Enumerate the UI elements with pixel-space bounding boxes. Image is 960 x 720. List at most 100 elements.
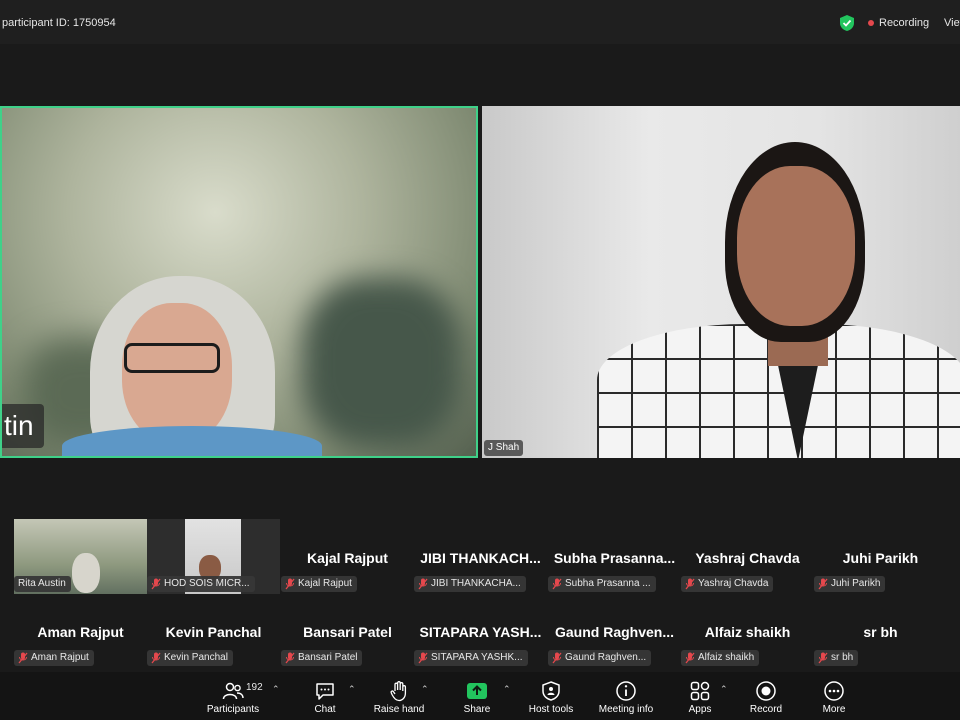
apps-icon [690,681,710,701]
share-button[interactable]: Share [452,672,502,720]
participant-name-label: SITAPARA YASHK... [414,650,528,666]
participant-tile[interactable]: Juhi Parikh Juhi Parikh [814,518,947,592]
record-label: Record [749,704,783,715]
participant-name-label: Subha Prasanna ... [548,576,656,592]
record-icon [756,681,776,701]
speaker-name-tag: tin [2,404,44,448]
participants-button[interactable]: Participants [198,672,268,720]
muted-mic-icon [285,578,295,590]
participant-display-name: Yashraj Chavda [695,550,800,566]
participant-tile[interactable]: Gaund Raghven... Gaund Raghven... [548,610,681,670]
muted-mic-icon [818,578,828,590]
muted-mic-icon [418,652,428,664]
apps-button[interactable]: Apps [676,672,724,720]
participants-caret-icon[interactable]: ⌃ [272,684,280,695]
raise-hand-button[interactable]: Raise hand [368,672,430,720]
muted-mic-icon [685,578,695,590]
participant-display-name: Kajal Rajput [307,550,388,566]
speaker-video-2[interactable]: J Shah [482,106,960,458]
raise-hand-icon [390,681,407,702]
participant-name-label: Kajal Rajput [281,576,357,592]
chat-button[interactable]: Chat [300,672,350,720]
share-caret-icon[interactable]: ⌃ [503,684,511,695]
participant-tile[interactable]: Aman Rajput Aman Rajput [14,610,147,670]
top-bar: participant ID: 1750954 Recording View [0,0,960,44]
participant-name-label: Rita Austin [14,576,71,592]
recording-dot-icon [868,20,874,26]
participant-display-name: Aman Rajput [37,624,124,640]
raise-hand-caret-icon[interactable]: ⌃ [421,684,429,695]
host-tools-button[interactable]: Host tools [522,672,580,720]
view-button[interactable]: View [944,17,960,29]
participant-tile[interactable]: sr bh sr bh [814,610,947,670]
participant-display-name: Kevin Panchal [165,624,262,640]
participant-name-label: Kevin Panchal [147,650,233,666]
participants-icon [222,682,244,700]
participant-tile[interactable]: Rita Austin [14,518,147,594]
gallery-row: Rita Austin HOD SOIS MICR... Kajal Rajpu… [0,518,960,594]
more-label: More [822,704,846,715]
muted-mic-icon [818,652,828,664]
participant-tile[interactable]: Subha Prasanna... Subha Prasanna ... [548,518,681,592]
participant-tile[interactable]: Alfaiz shaikh Alfaiz shaikh [681,610,814,670]
participant-name-label: Yashraj Chavda [681,576,774,592]
participant-count: 192 [246,682,263,693]
participant-display-name: Subha Prasanna... [553,550,676,566]
record-button[interactable]: Record [742,672,790,720]
participant-tile[interactable]: JIBI THANKACH... JIBI THANKACHA... [414,518,547,592]
muted-mic-icon [418,578,428,590]
participant-display-name: Bansari Patel [303,624,392,640]
recording-label: Recording [879,17,930,29]
participant-name-label: HOD SOIS MICR... [147,576,255,592]
chat-caret-icon[interactable]: ⌃ [348,684,356,695]
participant-display-name: SITAPARA YASH... [419,624,542,640]
host-tools-icon [542,681,560,701]
meeting-toolbar: Participants 192 ⌃ Chat ⌃ Raise hand ⌃ S… [0,672,960,720]
apps-caret-icon[interactable]: ⌃ [720,684,728,695]
apps-label: Apps [688,704,712,715]
participant-display-name: Gaund Raghven... [554,624,674,640]
participant-tile[interactable]: HOD SOIS MICR... [147,518,280,594]
muted-mic-icon [18,652,28,664]
participant-tile[interactable]: Kevin Panchal Kevin Panchal [147,610,280,670]
participant-display-name: sr bh [863,624,898,640]
participant-name-label: Alfaiz shaikh [681,650,760,666]
participant-name-label: JIBI THANKACHA... [414,576,526,592]
participant-name-label: Bansari Patel [281,650,363,666]
muted-mic-icon [552,652,562,664]
participant-id: participant ID: 1750954 [2,17,116,29]
participant-name-label: Juhi Parikh [814,576,886,592]
host-tools-label: Host tools [528,704,574,715]
encryption-shield-icon[interactable] [838,14,856,32]
muted-mic-icon [151,652,161,664]
participant-tile[interactable]: SITAPARA YASH... SITAPARA YASHK... [414,610,547,670]
muted-mic-icon [552,578,562,590]
more-button[interactable]: More [810,672,858,720]
speaker-name-tag: J Shah [484,440,524,456]
participant-tile[interactable]: Bansari Patel Bansari Patel [281,610,414,670]
meeting-info-label: Meeting info [598,704,654,715]
raise-hand-label: Raise hand [373,704,425,715]
speaker-video-1[interactable]: tin [0,106,478,458]
participant-name-label: Aman Rajput [14,650,94,666]
share-icon [467,683,487,699]
more-icon [824,681,844,701]
participant-display-name: JIBI THANKACH... [420,550,541,566]
participant-name-label: sr bh [814,650,859,666]
meeting-info-button[interactable]: Meeting info [590,672,662,720]
muted-mic-icon [685,652,695,664]
meeting-info-icon [616,681,636,701]
chat-icon [316,683,334,700]
participant-tile[interactable]: Kajal Rajput Kajal Rajput [281,518,414,592]
chat-label: Chat [314,704,336,715]
muted-mic-icon [151,578,161,590]
participant-display-name: Alfaiz shaikh [704,624,791,640]
participants-label: Participants [206,704,260,715]
participant-display-name: Juhi Parikh [842,550,919,566]
share-label: Share [463,704,491,715]
gallery-row: Aman Rajput Aman Rajput Kevin Panchal Ke… [0,610,960,670]
muted-mic-icon [285,652,295,664]
recording-indicator[interactable]: Recording [868,17,929,29]
participant-tile[interactable]: Yashraj Chavda Yashraj Chavda [681,518,814,592]
participant-name-label: Gaund Raghven... [548,650,652,666]
